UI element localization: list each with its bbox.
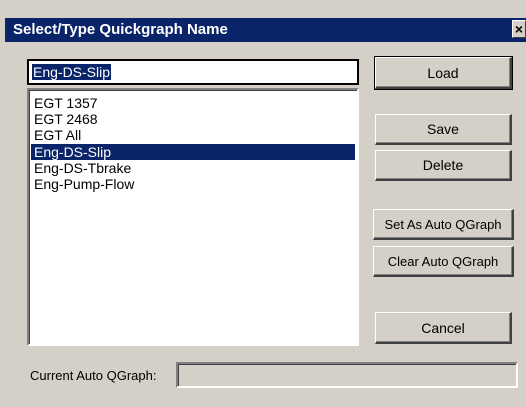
delete-button[interactable]: Delete [375,150,512,181]
list-item[interactable]: Eng-Pump-Flow [31,176,355,192]
clear-auto-qgraph-button[interactable]: Clear Auto QGraph [373,246,514,277]
close-icon[interactable]: × [512,20,526,38]
title-bar[interactable]: Select/Type Quickgraph Name × [5,18,526,42]
list-item[interactable]: EGT 1357 [31,95,355,111]
set-auto-qgraph-button[interactable]: Set As Auto QGraph [373,209,514,240]
window-title: Select/Type Quickgraph Name [13,21,228,38]
quickgraph-dialog: Select/Type Quickgraph Name × Eng-DS-Sli… [0,0,526,407]
save-button[interactable]: Save [375,114,512,145]
name-input-selected-text: Eng-DS-Slip [32,64,112,80]
cancel-button[interactable]: Cancel [375,312,512,344]
list-item[interactable]: EGT 2468 [31,111,355,127]
current-auto-qgraph-field [176,362,518,388]
quickgraph-listbox[interactable]: EGT 1357 EGT 2468 EGT All Eng-DS-Slip En… [27,88,359,346]
list-item[interactable]: Eng-DS-Tbrake [31,160,355,176]
list-item[interactable]: EGT All [31,127,355,143]
quickgraph-name-input[interactable]: Eng-DS-Slip [27,59,359,85]
current-auto-qgraph-label: Current Auto QGraph: [30,368,157,383]
load-button[interactable]: Load [374,56,513,90]
list-item-selected[interactable]: Eng-DS-Slip [31,144,355,160]
